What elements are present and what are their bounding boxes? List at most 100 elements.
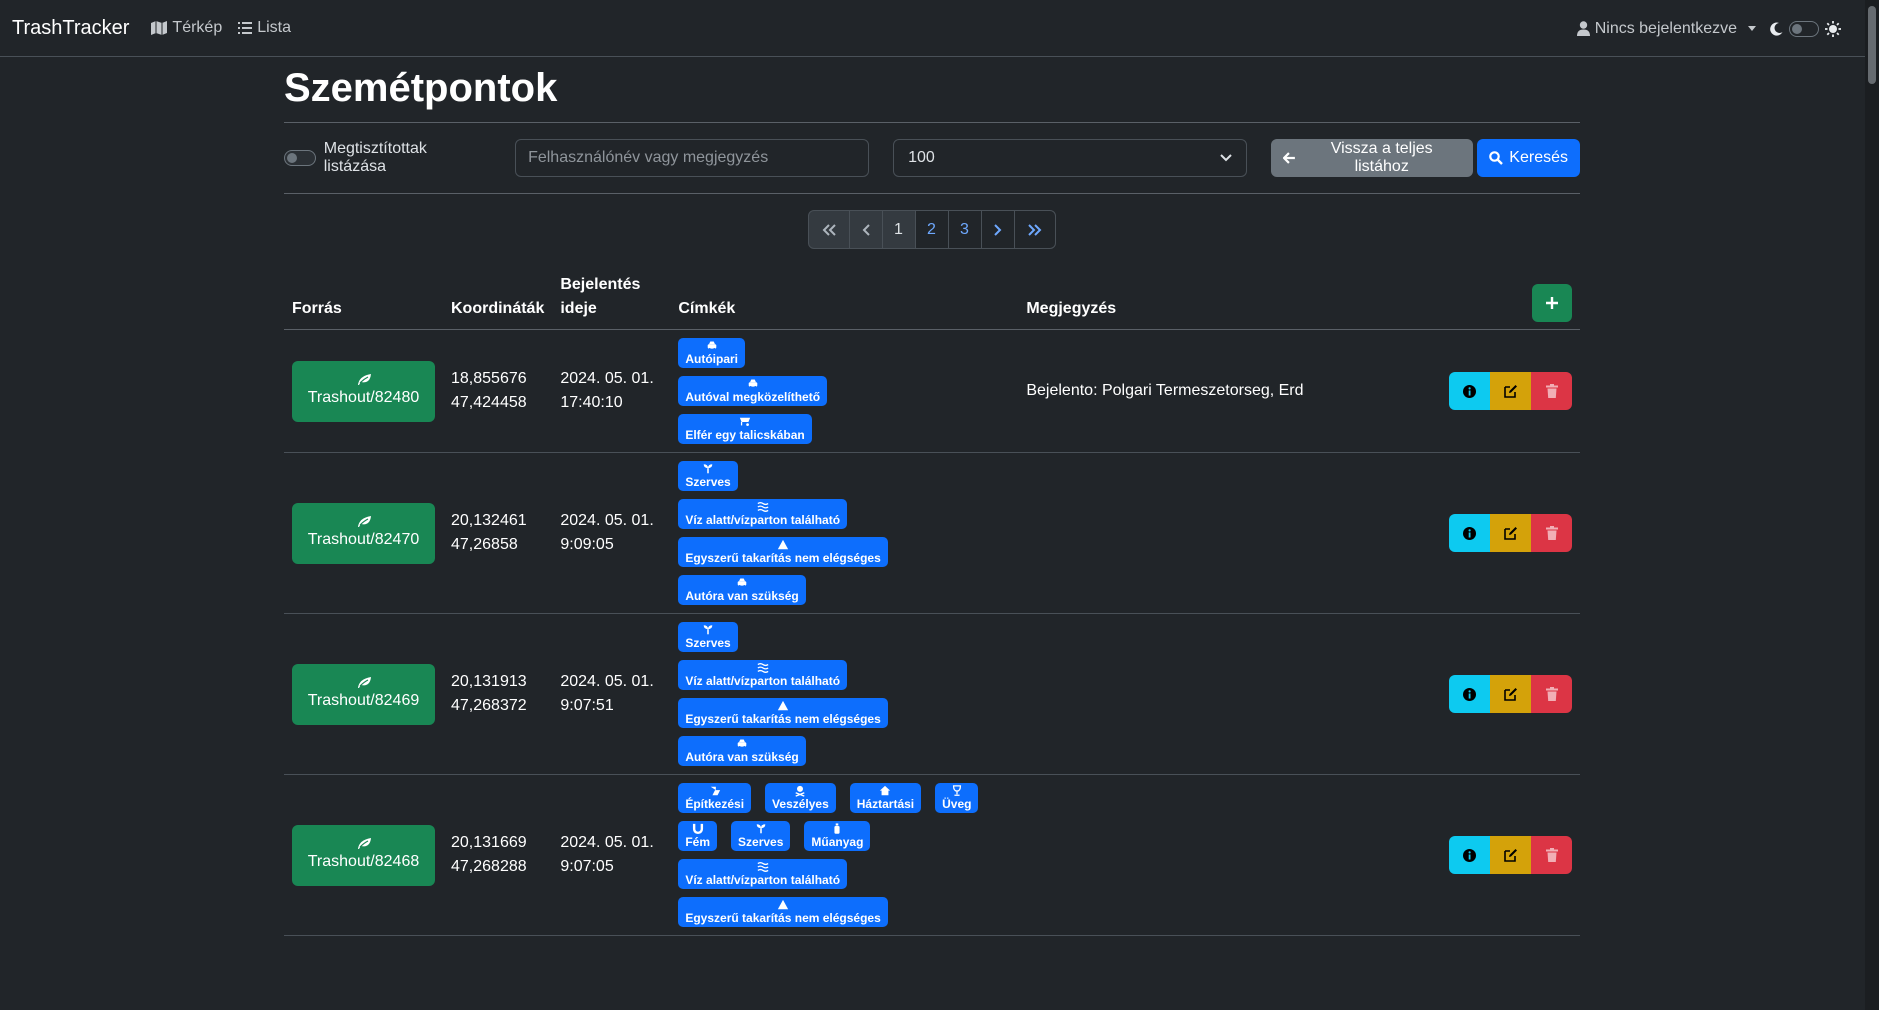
cleaned-toggle[interactable] (284, 150, 316, 166)
warning-icon (777, 899, 789, 910)
tag-list: Építkezési Veszélyes Háztartási Üveg Fém Szer… (678, 783, 1010, 927)
info-button[interactable] (1449, 675, 1490, 713)
cell-source: Trashout/82480 (284, 329, 443, 453)
edit-button[interactable] (1490, 514, 1531, 552)
tag-label: Egyszerű takarítás nem elégséges (685, 911, 881, 925)
edit-icon (1503, 849, 1517, 862)
search-input[interactable] (515, 139, 870, 177)
tag-label: Autóval megközelíthető (685, 390, 821, 404)
info-button[interactable] (1449, 514, 1490, 552)
edit-button[interactable] (1490, 372, 1531, 410)
info-button[interactable] (1449, 372, 1490, 410)
cell-source: Trashout/82468 (284, 774, 443, 936)
tag-label: Elfér egy talicskában (685, 428, 805, 442)
tag-label: Üveg (942, 797, 972, 811)
add-point-button[interactable] (1532, 284, 1572, 322)
tag-line: Építkezési Veszélyes Háztartási Üveg (678, 783, 979, 813)
scrollbar[interactable] (1865, 0, 1879, 1010)
search-icon (1489, 151, 1504, 165)
edit-button[interactable] (1490, 836, 1531, 874)
info-icon (1463, 848, 1476, 862)
seedling-icon (703, 464, 713, 474)
cell-coords: 18,855676 47,424458 (443, 329, 553, 453)
warning-icon (777, 539, 789, 550)
cell-tags: Szerves Víz alatt/vízparton található Egys… (670, 452, 1019, 614)
header-tags: Címkék (670, 273, 1019, 330)
tag-label: Víz alatt/vízparton található (685, 674, 841, 688)
info-button[interactable] (1449, 836, 1490, 874)
search-button[interactable]: Keresés (1477, 139, 1580, 177)
chevron-double-left-icon (822, 223, 836, 236)
nav-map[interactable]: Térkép (151, 19, 222, 37)
table-row: Trashout/82468 20,131669 47,268288 2024. 05… (284, 774, 1580, 936)
nav-list-label: Lista (257, 19, 292, 36)
back-to-full-list-button[interactable]: Vissza a teljes listához (1271, 139, 1474, 177)
page-next-button[interactable] (980, 210, 1015, 249)
page-prev-button[interactable] (848, 210, 883, 249)
theme-toggle[interactable] (1789, 20, 1819, 37)
coord-lon: 18,855676 (451, 370, 527, 387)
tag-badge: Fém (678, 821, 718, 851)
cell-coords: 20,131669 47,268288 (443, 774, 553, 936)
cell-actions (1440, 774, 1580, 936)
cell-actions (1440, 452, 1580, 614)
report-date: 2024. 05. 01. (560, 512, 654, 529)
trash-icon (1545, 848, 1558, 862)
page-first-button[interactable] (807, 210, 850, 249)
source-button[interactable]: Trashout/82470 (292, 502, 435, 564)
cell-note (1018, 774, 1440, 936)
tag-line: Szerves (678, 461, 738, 491)
tag-badge: Műanyag (804, 821, 871, 851)
tag-line: Autóra van szükség (678, 736, 806, 766)
page-size-select[interactable]: 100 (893, 139, 1248, 177)
scrollbar-thumb[interactable] (1868, 6, 1876, 84)
delete-button[interactable] (1531, 514, 1572, 552)
tag-badge: Elfér egy talicskában (678, 414, 812, 444)
report-date: 2024. 05. 01. (560, 673, 654, 690)
edit-button[interactable] (1490, 675, 1531, 713)
source-button[interactable]: Trashout/82468 (292, 824, 435, 886)
leaf-icon (357, 676, 371, 688)
header-source: Forrás (284, 273, 443, 330)
delete-button[interactable] (1531, 372, 1572, 410)
cell-actions (1440, 613, 1580, 775)
source-button[interactable]: Trashout/82469 (292, 663, 435, 725)
tag-line: Autóval megközelíthető (678, 376, 828, 406)
user-menu-label: Nincs bejelentkezve (1594, 19, 1737, 37)
page-1-button[interactable]: 1 (881, 210, 916, 249)
navbar: TrashTracker Térkép Lista Nincs bejelent… (0, 0, 1879, 57)
tag-list: Szerves Víz alatt/vízparton található Egys… (678, 461, 1010, 605)
map-icon (151, 21, 168, 35)
plus-icon (1546, 297, 1558, 309)
brand-link[interactable]: TrashTracker (12, 17, 129, 40)
report-time: 9:07:51 (560, 697, 614, 714)
tag-line: Víz alatt/vízparton található (678, 660, 848, 690)
car-icon (737, 739, 747, 749)
chevron-down-icon (1748, 26, 1756, 31)
nav-list[interactable]: Lista (238, 19, 291, 37)
tag-line: Víz alatt/vízparton található (678, 499, 848, 529)
tag-label: Autóipari (685, 352, 739, 366)
source-button[interactable]: Trashout/82480 (292, 360, 435, 422)
tag-badge: Üveg (935, 783, 979, 813)
tag-badge: Víz alatt/vízparton található (678, 499, 848, 529)
user-menu[interactable]: Nincs bejelentkezve (1576, 19, 1756, 38)
page-2-button[interactable]: 2 (914, 210, 949, 249)
back-button-label: Vissza a teljes listához (1330, 140, 1433, 175)
tag-label: Autóra van szükség (685, 750, 799, 764)
list-icon (238, 22, 253, 34)
tag-badge: Autóval megközelíthető (678, 376, 828, 406)
filter-bar: Megtisztítottak listázása 100 Vissza a t… (284, 123, 1580, 193)
page-3-button[interactable]: 3 (947, 210, 982, 249)
tag-badge: Autóra van szükség (678, 736, 806, 766)
page-last-button[interactable] (1013, 210, 1056, 249)
tag-line: Fém Szerves Műanyag (678, 821, 871, 851)
trash-icon (1545, 526, 1558, 540)
delete-button[interactable] (1531, 675, 1572, 713)
user-icon (1576, 21, 1590, 36)
cell-source: Trashout/82470 (284, 452, 443, 614)
header-coords: Koordináták (443, 273, 553, 330)
coord-lat: 47,424458 (451, 394, 527, 411)
delete-button[interactable] (1531, 836, 1572, 874)
tag-line: Egyszerű takarítás nem elégséges (678, 897, 888, 927)
